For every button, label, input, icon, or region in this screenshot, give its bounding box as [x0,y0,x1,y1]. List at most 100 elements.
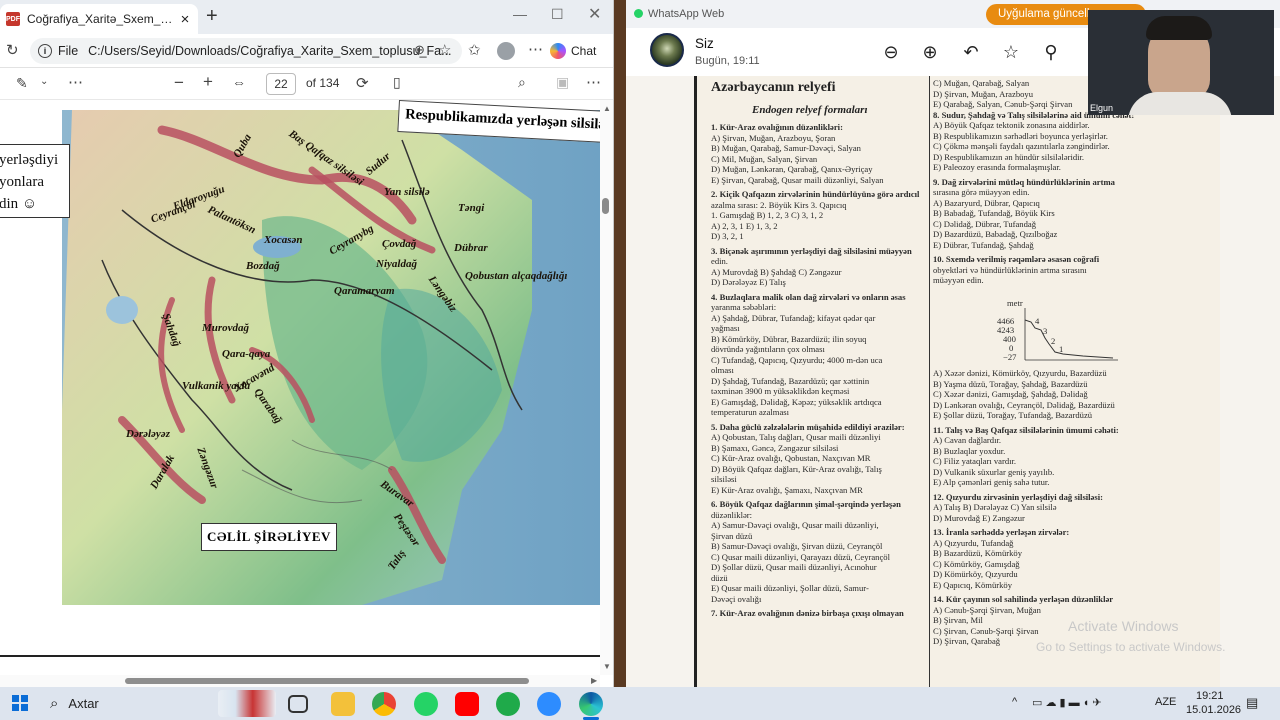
task-view-icon[interactable] [288,695,308,713]
answer-line: E) Qapıcıq, Kömürköy [933,579,1012,590]
question-stem: 3. Biçənək aşırımının yerləşdiyi dağ sil… [711,245,912,256]
answer-line: Dəvəçi ovalığı [711,593,762,604]
edge-icon[interactable] [579,692,603,716]
answer-line: olması [711,365,734,375]
profile-avatar[interactable] [497,42,515,60]
rotate-icon[interactable]: ⟳ [356,74,369,92]
favorite-star-icon[interactable]: ☆ [438,41,451,59]
answer-line: A) Cənub-Şərqi Şirvan, Muğan [933,604,1041,615]
page-view-icon[interactable]: ▯ [393,74,401,91]
page-number-input[interactable]: 22 [266,73,296,95]
answer-line: A) Bazaryurd, Dübrar, Qapıcıq [933,197,1040,208]
more-icon[interactable]: ⋯ [528,40,543,58]
map-label: Qobustan alçaqdağlığı [465,270,568,282]
zoom-in-icon[interactable]: ⊕ [919,42,941,63]
url-field[interactable]: i File C:/Users/Seyid/Downloads/Coğrafiy… [30,38,462,64]
answer-line: A) Talış B) Dərələyəz C) Yan silsilə [933,502,1057,512]
answer-line: A) Cavan dağlardır. [933,435,1002,445]
fit-width-icon[interactable]: ⇔ [232,74,246,90]
answer-line: yağması [711,323,740,333]
vertical-scroll-thumb[interactable] [602,198,609,214]
file-explorer-icon[interactable] [331,692,355,716]
answer-line: Şirvan düzü [711,530,753,541]
whatsapp-desktop-icon[interactable] [496,692,520,716]
doc-subheading: Endogen relyef formaları [752,104,868,116]
altitude-graph: metr 4466 4243 400 0 −27 4 3 2 1 [933,298,1123,368]
draw-icon[interactable]: ✎ [16,75,28,92]
answer-line: A) 2, 3, 1 E) 1, 3, 2 [711,220,778,231]
zoom-icon[interactable] [537,692,561,716]
taskbar-search[interactable]: ⌕ Axtar [44,690,212,717]
answer-line: E) Paleozoy erasında formalaşmışlar. [933,162,1061,172]
answer-line: A) Murovdağ B) Şahdağ C) Zəngəzur [711,266,842,277]
question-stem: 10. Sxemdə verilmiş rəqəmlərə əsasən coğ… [933,254,1100,264]
map-label: Murovdağ [202,322,250,334]
tab-title: Coğrafiya_Xaritə_Sxem_toplusu_Fa... [27,12,174,26]
clock-date[interactable]: 15.01.2026 [1186,704,1241,716]
weather-widget[interactable] [218,690,276,717]
star-icon[interactable]: ☆ [1000,42,1022,63]
zoom-out-button[interactable]: − [174,73,184,93]
answer-line: C) Tufandağ, Qapıcıq, Qızyurdu; 4000 m-d… [711,354,883,365]
avatar[interactable] [650,33,684,67]
answer-line: A) Qızyurdu, Tufandağ [933,537,1014,548]
clock-time[interactable]: 19:21 [1196,690,1224,702]
vertical-scrollbar[interactable] [600,100,613,675]
close-tab-icon[interactable]: × [178,11,192,28]
more-tools-icon[interactable]: ⋯ [68,73,83,91]
save-icon[interactable]: ▣ [556,74,569,91]
notification-icon[interactable]: ▤ [1246,695,1258,711]
search-icon[interactable]: ⌕ [518,74,526,91]
scroll-down-icon[interactable]: ▼ [603,662,611,671]
activate-windows-title: Activate Windows [1068,618,1179,634]
pdf-more-icon[interactable]: ⋯ [586,73,601,91]
whatsapp-icon[interactable] [414,692,438,716]
answer-line: müəyyən edin. [933,275,984,285]
info-icon[interactable]: i [38,44,52,58]
close-window-icon[interactable]: ✕ [588,4,601,24]
answer-line: A) Xəzər dənizi, Kömürköy, Qızyurdu, Baz… [933,368,1107,378]
language-indicator[interactable]: AZE [1155,696,1176,708]
tab-pdf[interactable]: PDF Coğrafiya_Xaritə_Sxem_toplusu_Fa... … [0,4,198,34]
answer-line: A) Şahdağ, Dübrar, Tufandağ; kifayət qəd… [711,312,876,323]
refresh-icon[interactable]: ↻ [6,41,19,59]
zoom-out-icon[interactable]: ⊖ [880,42,902,63]
maximize-icon[interactable]: ☐ [551,6,564,23]
answer-line: B) Babadağ, Tufandağ, Böyük Kirs [933,208,1055,218]
zoom-icon[interactable]: ⊕ [414,42,425,58]
chevron-down-icon[interactable]: ⌄ [40,76,48,87]
question-column-right-lower: A) Xəzər dənizi, Kömürköy, Qızyurdu, Baz… [933,368,1173,647]
answer-line: C) Mil, Muğan, Salyan, Şirvan [711,153,818,164]
tray-icons[interactable]: ▭ ☁ ▮ ▬ ◖ ✈ [1032,696,1102,709]
answer-line: D) Dərələyəz E) Talış [711,277,786,287]
horizontal-scroll-thumb[interactable] [125,678,529,684]
minimize-icon[interactable]: — [513,6,527,22]
image-viewer: Azərbaycanın relyefi Endogen relyef form… [626,76,1280,687]
start-icon[interactable] [12,695,28,711]
answer-line: C) Filiz yataqları vardır. [933,456,1017,466]
graph-mark: 1 [1059,344,1064,354]
zoom-in-button[interactable]: + [203,72,213,92]
scroll-right-icon[interactable]: ▶ [591,676,597,685]
favorites-icon[interactable]: ✩ [468,41,481,59]
copilot-chat-button[interactable]: Chat [550,39,608,63]
answer-line: E) Şirvan, Qarabağ, Qusar maili düzənliy… [711,174,884,185]
chevron-up-icon[interactable]: ^ [1012,696,1017,708]
map-label: Dərələyəz [126,428,170,440]
chat-timestamp: Bugün, 19:11 [695,55,760,67]
webcam-name: Elgun [1090,103,1114,113]
scroll-up-icon[interactable]: ▲ [603,104,611,113]
chrome-icon[interactable] [372,692,396,716]
new-tab-button[interactable]: + [206,6,218,26]
reply-icon[interactable]: ↶ [960,42,982,63]
address-bar: ↻ i File C:/Users/Seyid/Downloads/Coğraf… [0,34,613,68]
pin-icon[interactable]: ⚲ [1040,42,1062,63]
youtube-icon[interactable] [455,692,479,716]
scanned-page: Azərbaycanın relyefi Endogen relyef form… [694,76,1220,687]
graph-mark: 2 [1051,336,1056,346]
question-stem: 9. Dağ zirvələrini mütləq hündürlüklərin… [933,176,1115,187]
answer-line: E) Alp çəmənləri geniş sahə tutur. [933,477,1050,487]
answer-line: D) Böyük Qafqaz dağları, Kür-Araz ovalığ… [711,463,882,474]
answer-line: A) Samur-Dəvəçi ovalığı, Qusar maili düz… [711,520,879,530]
answer-line: C) Kür-Araz ovalığı, Qobustan, Naxçıvan … [711,453,871,463]
